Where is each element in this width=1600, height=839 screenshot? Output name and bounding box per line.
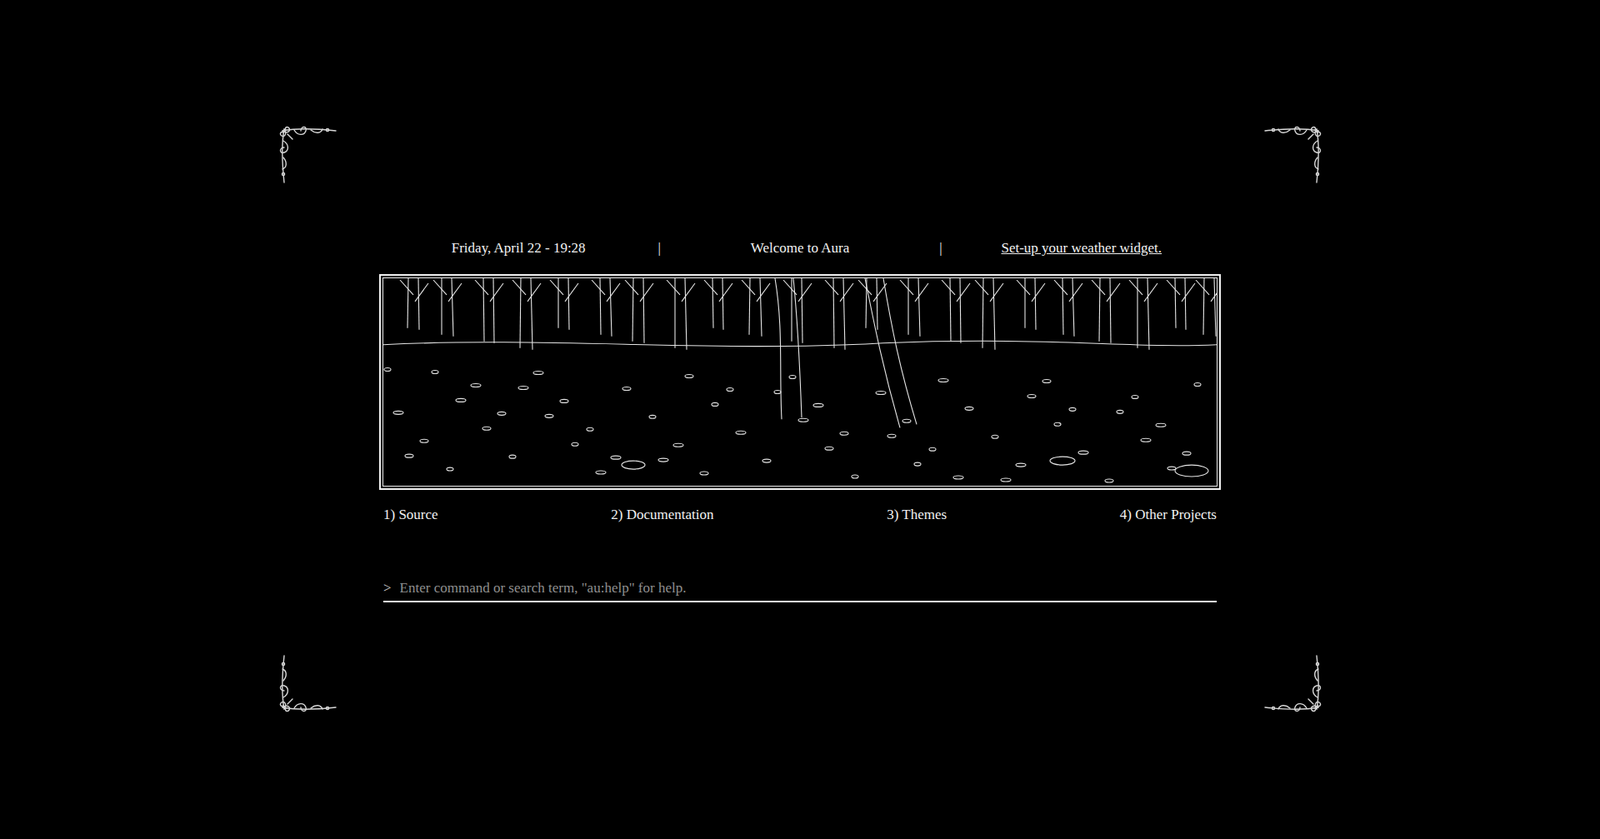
banner-frame bbox=[379, 274, 1221, 490]
top-corners bbox=[279, 125, 1322, 185]
bottom-corners bbox=[279, 654, 1322, 713]
date-time: Friday, April 22 - 19:28 bbox=[379, 239, 658, 258]
header-bar: Friday, April 22 - 19:28|Welcome to Aura… bbox=[379, 239, 1221, 258]
corner-ornament-icon bbox=[279, 654, 338, 713]
nav-link[interactable]: 2) Documentation bbox=[610, 505, 714, 525]
welcome-text: Welcome to Aura bbox=[660, 239, 940, 258]
prompt: > bbox=[383, 577, 392, 600]
separator: | bbox=[657, 239, 660, 258]
nav-link[interactable]: 1) Source bbox=[383, 505, 439, 525]
frame: Friday, April 22 - 19:28|Welcome to Aura… bbox=[279, 125, 1322, 713]
nav-link[interactable]: 3) Themes bbox=[886, 505, 947, 525]
corner-ornament-icon bbox=[1263, 654, 1322, 713]
separator: | bbox=[939, 239, 942, 258]
corner-ornament-icon bbox=[279, 125, 338, 185]
link-row: 1) Source 2) Documentation 3) Themes 4) Oth… bbox=[379, 505, 1221, 525]
corner-ornament-icon bbox=[1263, 125, 1322, 185]
page: Friday, April 22 - 19:28|Welcome to Aura… bbox=[0, 0, 1600, 839]
forest-illustration bbox=[383, 278, 1217, 486]
command-input[interactable] bbox=[400, 579, 1217, 598]
command-bar: > bbox=[383, 577, 1217, 603]
content: Friday, April 22 - 19:28|Welcome to Aura… bbox=[379, 239, 1221, 603]
weather-link[interactable]: Set-up your weather widget. bbox=[1000, 240, 1162, 256]
nav-link[interactable]: 4) Other Projects bbox=[1120, 505, 1217, 525]
